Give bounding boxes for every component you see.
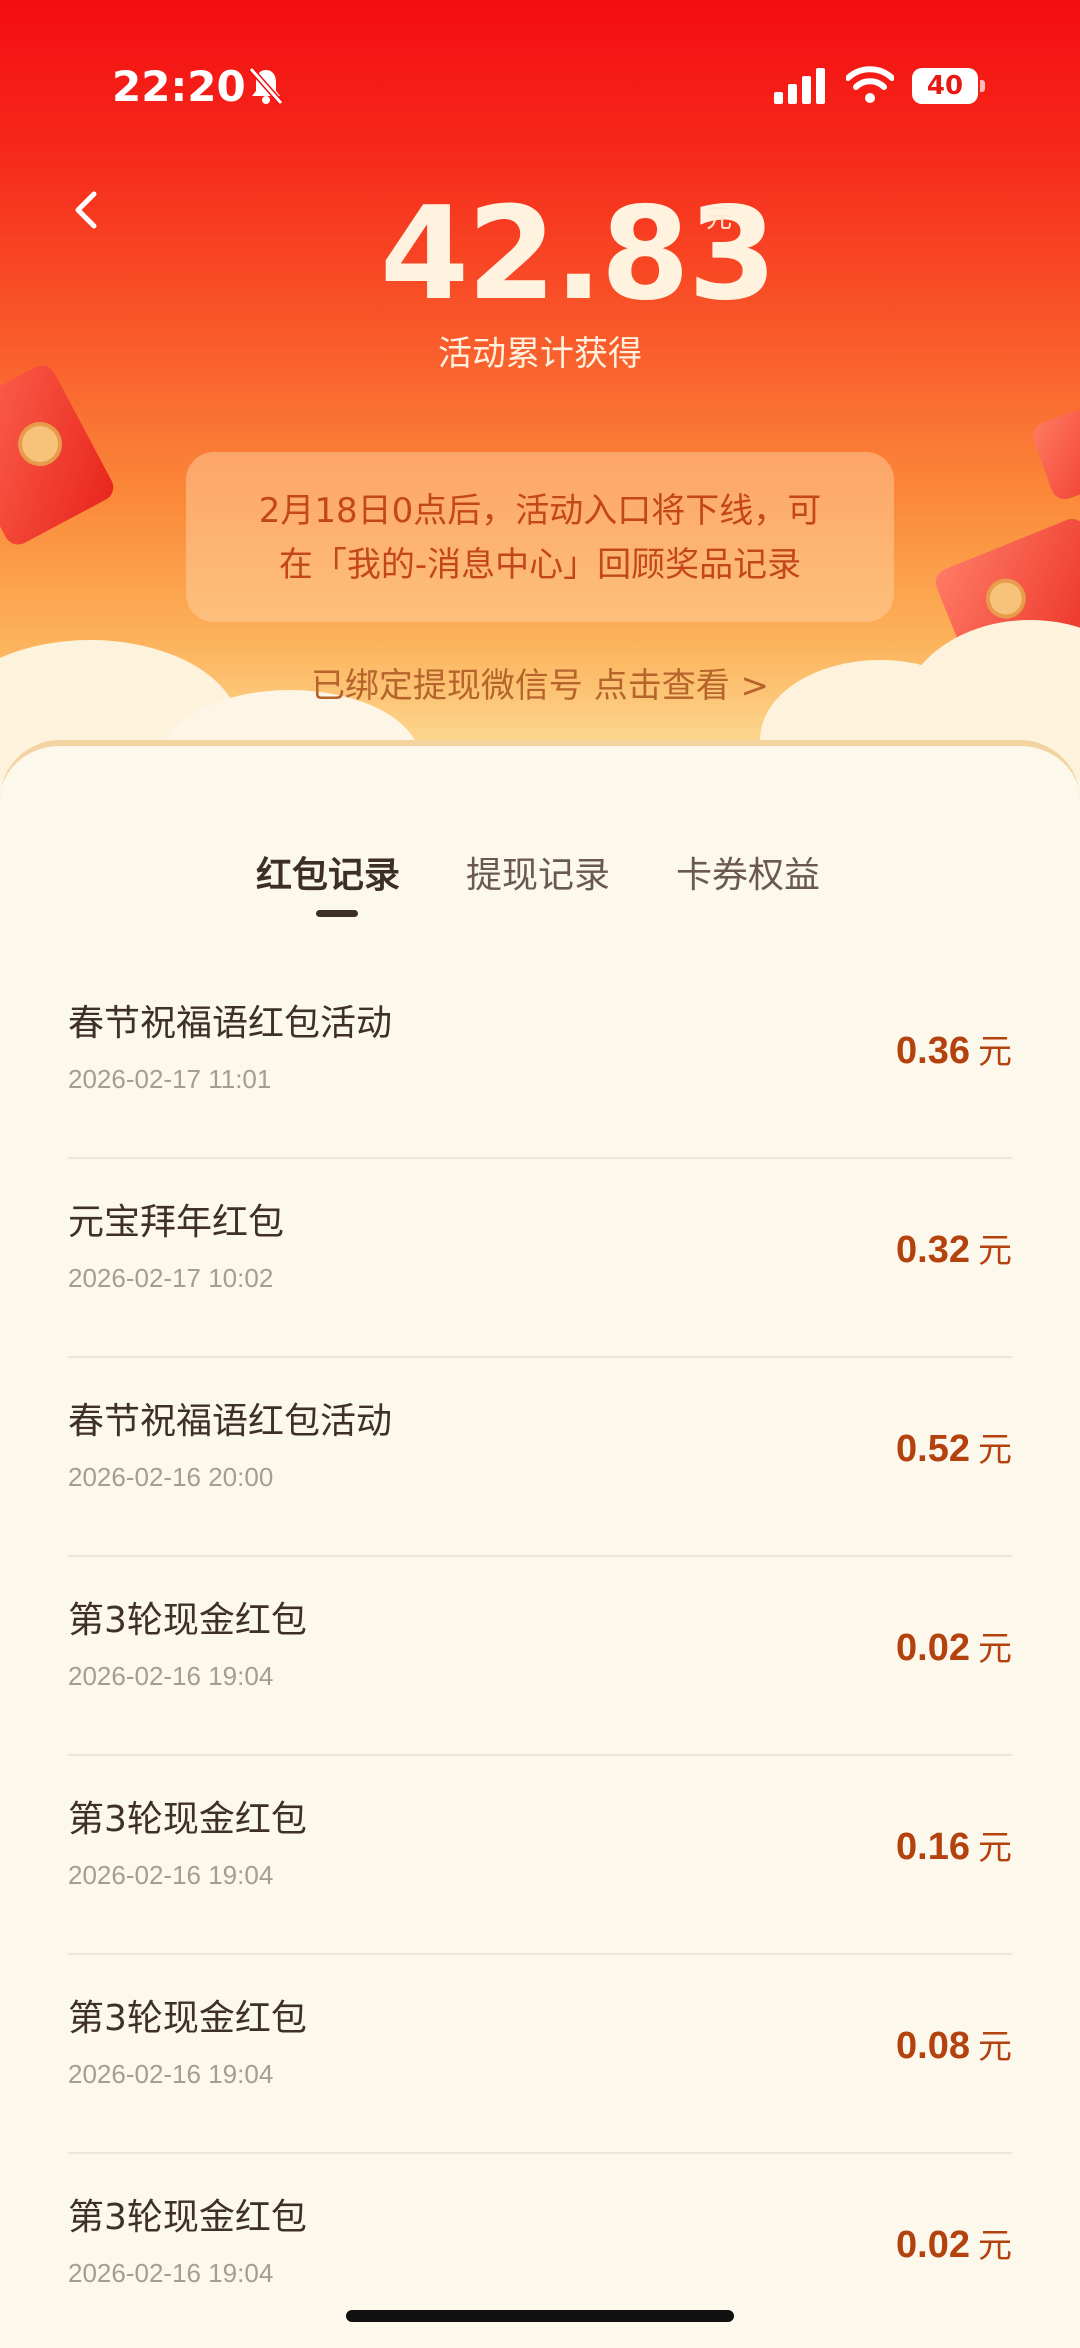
record-amount: 0.08 元 <box>896 2019 1012 2068</box>
cellular-signal-icon <box>774 68 825 104</box>
red-envelope-left-decoration <box>0 360 119 550</box>
status-bar: 22:20 40 <box>0 0 1080 150</box>
record-date: 2026-02-16 19:04 <box>68 2059 274 2089</box>
record-amount-unit: 元 <box>978 1032 1012 1072</box>
hero-bottom-edge <box>0 740 1080 820</box>
record-amount-unit: 元 <box>978 1828 1012 1868</box>
total-amount-label: 活动累计获得 <box>438 334 642 374</box>
total-amount-unit: 元 <box>706 204 733 234</box>
record-title: 元宝拜年红包 <box>68 1202 285 1243</box>
record-tabs: 红包记录 提现记录 卡券权益 <box>0 846 1080 926</box>
bell-muted-icon <box>248 67 284 105</box>
list-item: 第3轮现金红包 2026-02-16 19:04 0.02 元 <box>68 1557 1012 1756</box>
status-time: 22:20 <box>112 62 246 111</box>
record-amount-value: 0.16 <box>896 1826 970 1868</box>
record-amount: 0.52 元 <box>896 1422 1012 1471</box>
notice-line-2: 在「我的-消息中心」回顾奖品记录 <box>278 545 802 585</box>
record-date: 2026-02-17 11:01 <box>68 1064 272 1094</box>
list-item: 第3轮现金红包 2026-02-16 19:04 0.16 元 <box>68 1756 1012 1955</box>
record-date: 2026-02-16 19:04 <box>68 1860 274 1890</box>
record-date: 2026-02-16 19:04 <box>68 2258 274 2288</box>
record-amount-value: 0.52 <box>896 1428 970 1470</box>
notice-line-1: 2月18日0点后，活动入口将下线，可 <box>258 491 822 531</box>
record-amount-value: 0.08 <box>896 2025 970 2067</box>
notice-banner: 2月18日0点后，活动入口将下线，可 在「我的-消息中心」回顾奖品记录 <box>186 452 894 622</box>
tab-red-packet-records[interactable]: 红包记录 <box>256 846 400 898</box>
record-amount-value: 0.02 <box>896 2224 970 2266</box>
red-packet-record-list: 春节祝福语红包活动 2026-02-17 11:01 0.36 元 元宝拜年红包 … <box>68 960 1012 2348</box>
back-arrow-icon[interactable] <box>66 188 110 232</box>
battery-indicator: 40 <box>912 68 978 104</box>
list-item: 春节祝福语红包活动 2026-02-16 20:00 0.52 元 <box>68 1358 1012 1557</box>
record-title: 第3轮现金红包 <box>68 1600 307 1641</box>
record-amount: 0.32 元 <box>896 1223 1012 1272</box>
record-amount-value: 0.36 <box>896 1030 970 1072</box>
record-amount: 0.36 元 <box>896 1024 1012 1073</box>
record-amount-value: 0.02 <box>896 1627 970 1669</box>
list-item: 元宝拜年红包 2026-02-17 10:02 0.32 元 <box>68 1159 1012 1358</box>
record-title: 第3轮现金红包 <box>68 1998 307 2039</box>
record-date: 2026-02-17 10:02 <box>68 1263 274 1293</box>
record-date: 2026-02-16 19:04 <box>68 1661 274 1691</box>
home-indicator[interactable] <box>346 2310 734 2322</box>
list-item: 春节祝福语红包活动 2026-02-17 11:01 0.36 元 <box>68 960 1012 1159</box>
record-amount-unit: 元 <box>978 1629 1012 1669</box>
record-amount-unit: 元 <box>978 2226 1012 2266</box>
red-envelope-right-top-decoration <box>1029 397 1080 503</box>
record-amount-unit: 元 <box>978 1430 1012 1470</box>
total-amount: 42.83 <box>380 180 777 329</box>
record-amount-value: 0.32 <box>896 1229 970 1271</box>
record-amount-unit: 元 <box>978 2027 1012 2067</box>
wifi-icon <box>846 66 894 103</box>
record-title: 第3轮现金红包 <box>68 1799 307 1840</box>
list-item: 第3轮现金红包 2026-02-16 19:04 0.08 元 <box>68 1955 1012 2154</box>
tab-withdrawal-records[interactable]: 提现记录 <box>466 846 610 898</box>
record-title: 春节祝福语红包活动 <box>68 1401 393 1442</box>
record-title: 第3轮现金红包 <box>68 2197 307 2238</box>
active-tab-indicator <box>316 910 358 917</box>
record-amount: 0.02 元 <box>896 1621 1012 1670</box>
tab-coupon-benefits[interactable]: 卡券权益 <box>676 846 820 898</box>
record-date: 2026-02-16 20:00 <box>68 1462 274 1492</box>
record-amount: 0.02 元 <box>896 2218 1012 2267</box>
battery-nub <box>980 80 985 92</box>
record-amount: 0.16 元 <box>896 1820 1012 1869</box>
view-wechat-binding-link[interactable]: 已绑定提现微信号 点击查看 > <box>0 658 1080 707</box>
record-title: 春节祝福语红包活动 <box>68 1003 393 1044</box>
record-amount-unit: 元 <box>978 1231 1012 1271</box>
